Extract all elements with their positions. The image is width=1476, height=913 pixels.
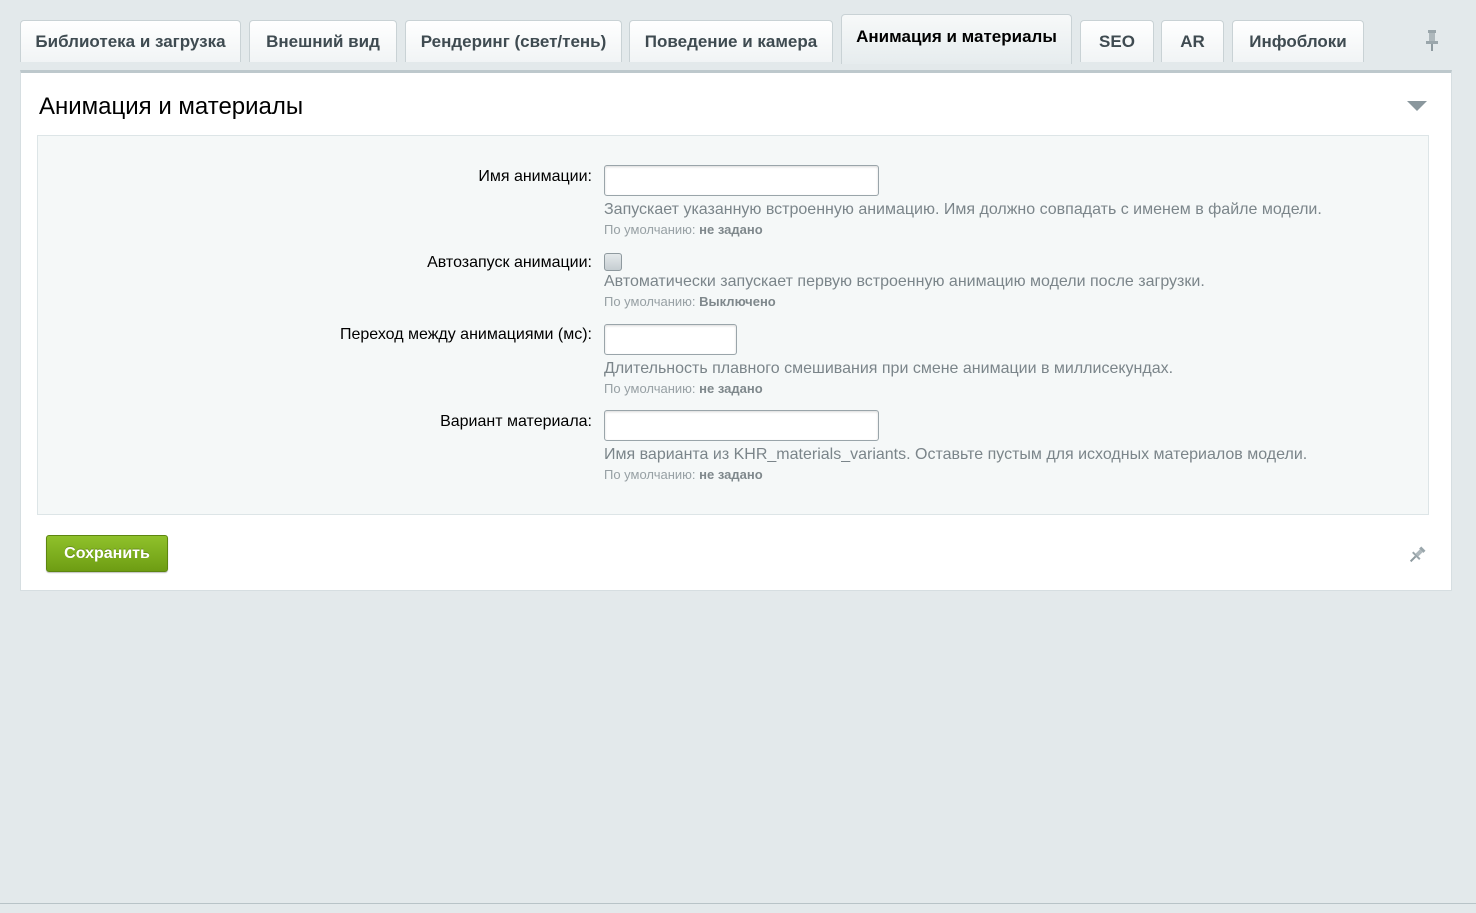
pin-icon[interactable] — [1424, 28, 1440, 52]
default-prefix: По умолчанию: — [604, 222, 696, 237]
tab-label: Инфоблоки — [1249, 31, 1347, 51]
field-description: Имя варианта из KHR_materials_variants. … — [604, 446, 1308, 463]
tab-label: Рендеринг (свет/тень) — [420, 31, 607, 51]
default-value: не задано — [699, 381, 763, 396]
chevron-down-icon[interactable] — [1407, 101, 1427, 111]
field-label: Переход между анимациями (мс): — [339, 326, 592, 343]
tab-label: Анимация и материалы — [856, 26, 1057, 46]
field-description: Длительность плавного смешивания при сме… — [604, 360, 1174, 377]
material-variant-input[interactable] — [604, 410, 879, 441]
default-value: Выключено — [699, 294, 776, 309]
tab-label: Библиотека и загрузка — [35, 31, 226, 51]
animation-name-input[interactable] — [604, 165, 879, 196]
footer-divider — [0, 903, 1476, 904]
field-default: По умолчанию: не задано — [604, 222, 763, 237]
tab-seo[interactable]: SEO — [1080, 20, 1154, 62]
field-description: Запускает указанную встроенную анимацию.… — [604, 201, 1322, 218]
tab-rendering[interactable]: Рендеринг (свет/тень) — [405, 20, 622, 62]
tab-behavior-camera[interactable]: Поведение и камера — [629, 20, 833, 62]
default-prefix: По умолчанию: — [604, 467, 696, 482]
tab-label: AR — [1180, 31, 1205, 51]
tab-animation-materials[interactable]: Анимация и материалы — [841, 14, 1072, 64]
field-default: По умолчанию: не задано — [604, 381, 763, 396]
default-value: не задано — [699, 222, 763, 237]
autoplay-checkbox[interactable] — [604, 253, 622, 271]
field-default: По умолчанию: Выключено — [604, 294, 776, 309]
default-value: не задано — [699, 467, 763, 482]
field-default: По умолчанию: не задано — [604, 467, 763, 482]
crossfade-duration-input[interactable] — [604, 324, 737, 355]
tab-label: Поведение и камера — [644, 31, 818, 51]
tab-bar: Библиотека и загрузка Внешний вид Рендер… — [20, 12, 1452, 72]
tab-label: SEO — [1099, 31, 1135, 51]
fields-section: Имя анимации: Запускает указанную встрое… — [37, 135, 1429, 515]
tab-label: Внешний вид — [266, 31, 380, 51]
tab-appearance[interactable]: Внешний вид — [249, 20, 397, 62]
panel-title: Анимация и материалы — [39, 93, 304, 120]
default-prefix: По умолчанию: — [604, 294, 696, 309]
pin-icon[interactable] — [1407, 545, 1427, 565]
field-label: Имя анимации: — [478, 168, 592, 185]
tab-ar[interactable]: AR — [1161, 20, 1224, 62]
tab-infoblocks[interactable]: Инфоблоки — [1232, 20, 1364, 62]
field-label: Автозапуск анимации: — [427, 254, 592, 271]
default-prefix: По умолчанию: — [604, 381, 696, 396]
field-label: Вариант материала: — [440, 413, 592, 430]
tab-library[interactable]: Библиотека и загрузка — [20, 20, 241, 62]
field-description: Автоматически запускает первую встроенну… — [604, 273, 1205, 290]
save-button[interactable]: Сохранить — [46, 535, 168, 572]
settings-panel: Анимация и материалы Имя анимации: Запус… — [20, 70, 1452, 591]
